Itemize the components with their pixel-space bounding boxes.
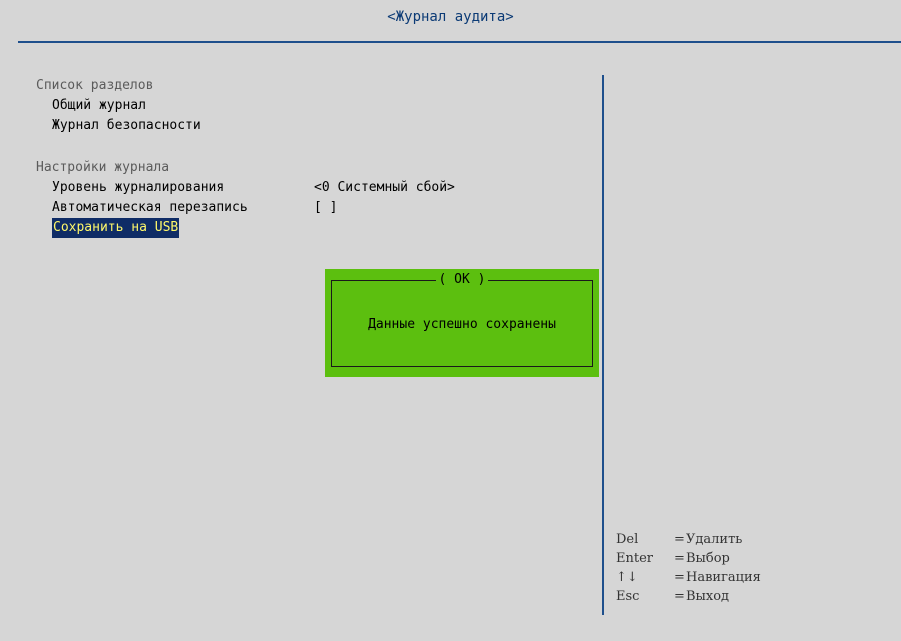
setting-label: Уровень журналирования bbox=[52, 180, 225, 195]
title-divider bbox=[18, 41, 901, 43]
save-to-usb-label: Сохранить на USB bbox=[52, 218, 180, 238]
help-key: Enter bbox=[616, 551, 653, 566]
help-row-delete: Del =Удалить bbox=[616, 530, 761, 549]
setting-auto-overwrite[interactable]: Автоматическая перезапись [ ] bbox=[36, 198, 596, 218]
save-to-usb-item[interactable]: Сохранить на USB bbox=[36, 218, 596, 238]
menu-item-label: Журнал безопасности bbox=[52, 118, 201, 133]
menu-item-general-log[interactable]: Общий журнал bbox=[36, 96, 596, 116]
help-key: Del bbox=[616, 532, 639, 547]
log-level-select[interactable]: <0 Системный сбой> bbox=[314, 178, 455, 198]
section-label-list: Список разделов bbox=[36, 78, 154, 93]
help-action: Навигация bbox=[686, 570, 761, 585]
setting-log-level[interactable]: Уровень журналирования <0 Системный сбой… bbox=[36, 178, 596, 198]
menu-item-label: Общий журнал bbox=[52, 98, 146, 113]
dialog-ok-button[interactable]: ( OK ) bbox=[325, 272, 599, 287]
dialog-title: ( OK ) bbox=[435, 272, 489, 287]
arrows-icon: ↑↓ bbox=[616, 570, 638, 585]
help-equals: = bbox=[674, 551, 685, 566]
section-label-settings: Настройки журнала bbox=[36, 160, 170, 175]
help-equals: = bbox=[674, 589, 685, 604]
settings-panel: Список разделов Общий журнал Журнал безо… bbox=[36, 76, 596, 238]
dialog-message: Данные успешно сохранены bbox=[368, 317, 556, 332]
panel-divider bbox=[602, 75, 604, 615]
setting-label: Автоматическая перезапись bbox=[52, 200, 248, 215]
success-dialog: ( OK ) Данные успешно сохранены bbox=[325, 269, 599, 377]
help-panel: Del =Удалить Enter =Выбор ↑↓ =Навигация Esc… bbox=[616, 530, 761, 606]
help-row-enter: Enter =Выбор bbox=[616, 549, 761, 568]
help-action: Удалить bbox=[686, 532, 743, 547]
help-equals: = bbox=[674, 532, 685, 547]
help-equals: = bbox=[674, 570, 685, 585]
help-action: Выход bbox=[686, 589, 730, 604]
window-title: <Журнал аудита> bbox=[387, 9, 514, 25]
help-key: Esc bbox=[616, 589, 640, 604]
help-action: Выбор bbox=[686, 551, 730, 566]
menu-item-security-log[interactable]: Журнал безопасности bbox=[36, 116, 596, 136]
auto-overwrite-checkbox[interactable]: [ ] bbox=[314, 198, 337, 218]
help-row-navigation: ↑↓ =Навигация bbox=[616, 568, 761, 587]
help-row-escape: Esc =Выход bbox=[616, 587, 761, 606]
